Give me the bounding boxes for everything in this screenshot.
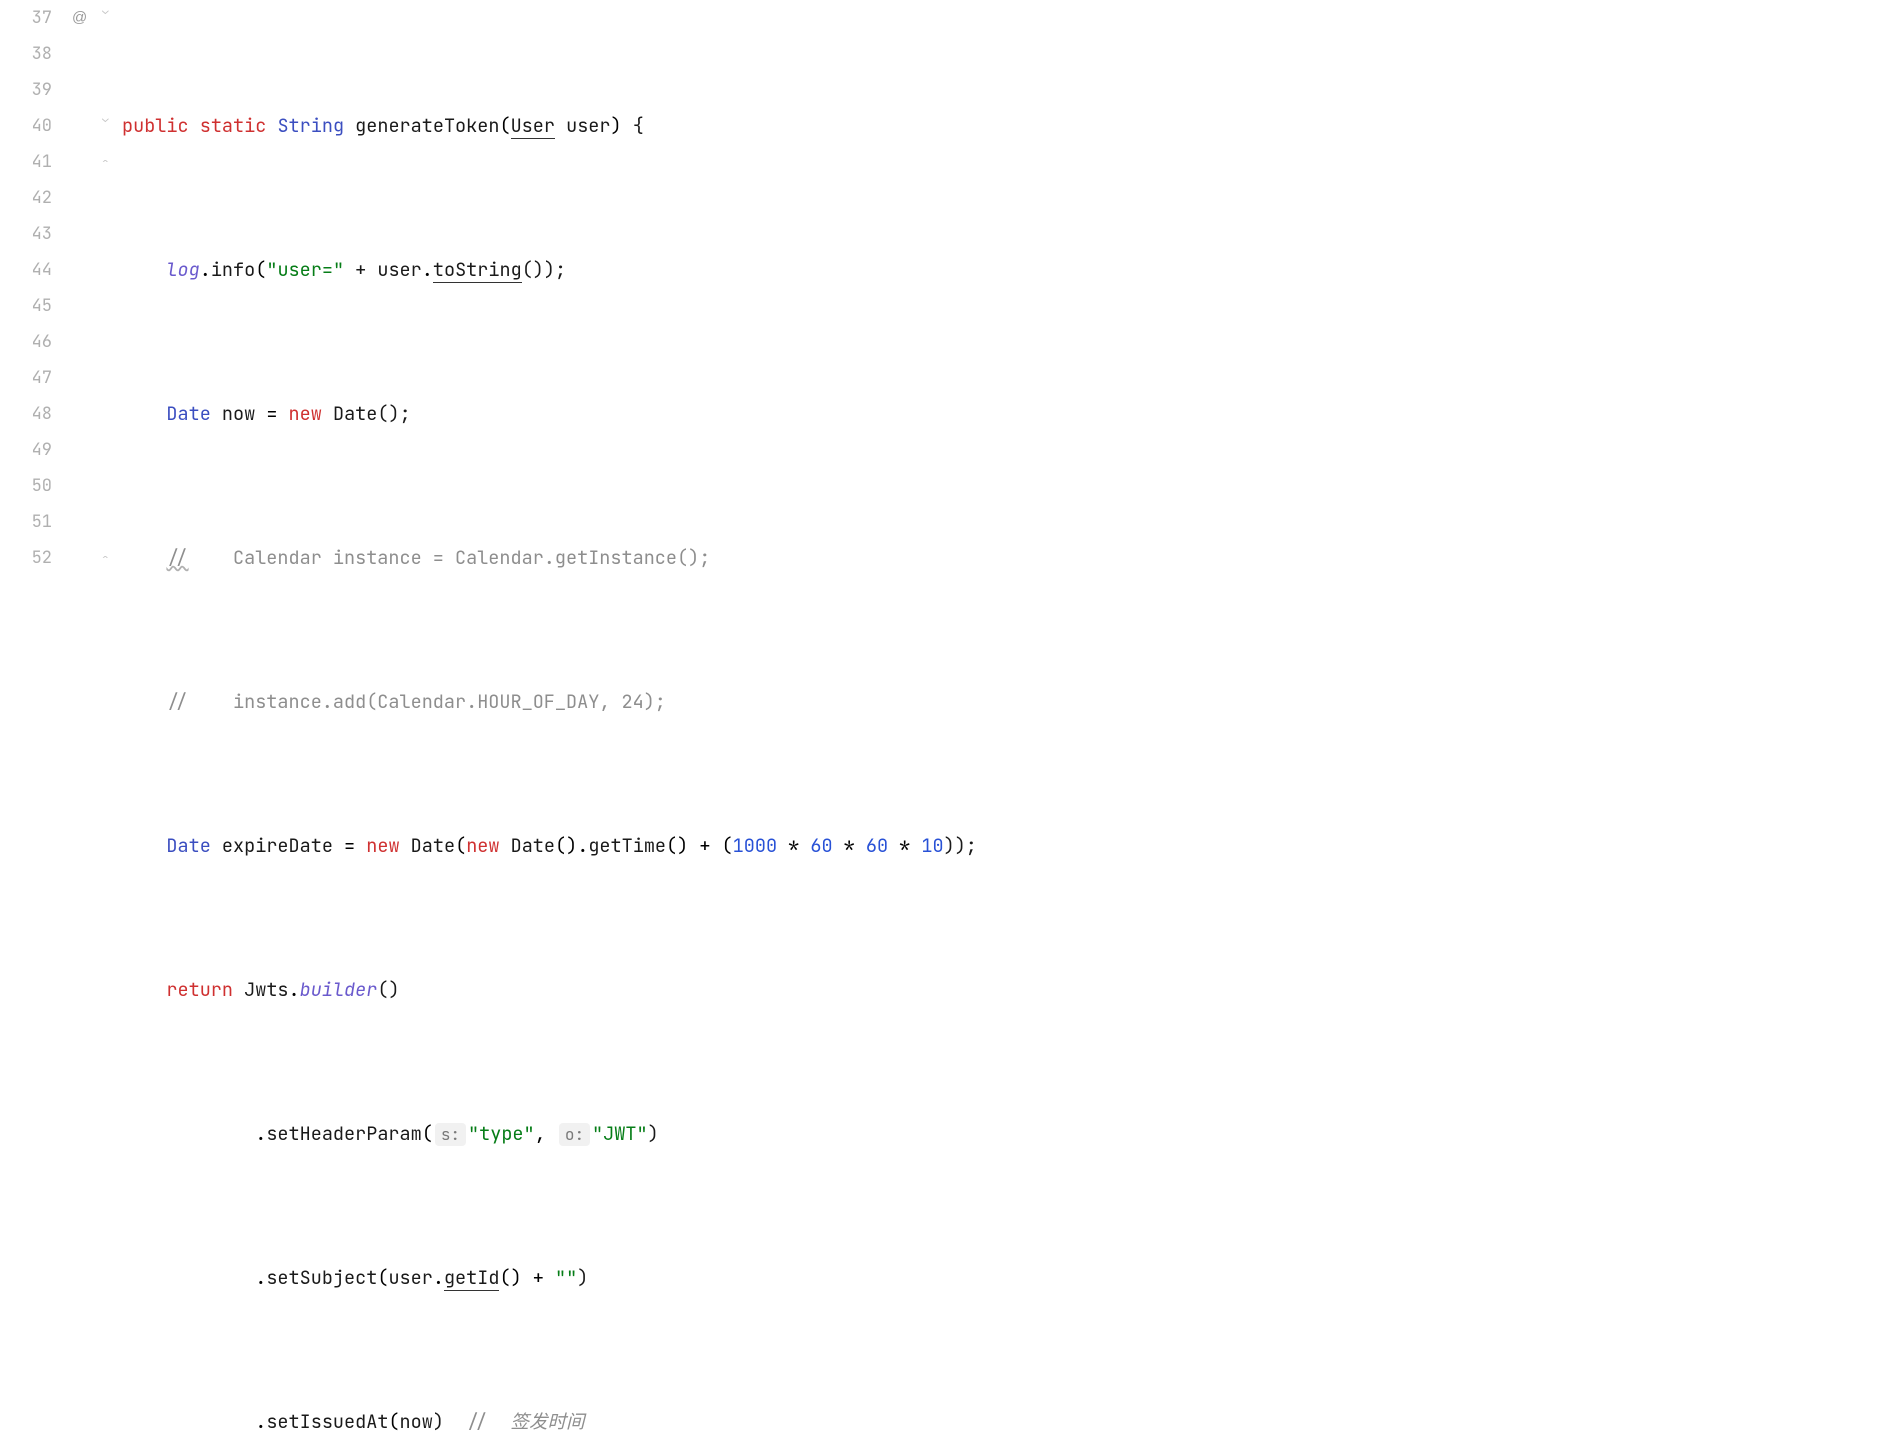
ctor-date: Date <box>511 833 555 858</box>
ident-user: user <box>377 257 421 282</box>
method-gettime: getTime <box>588 833 666 858</box>
line-number: 44 <box>0 252 52 288</box>
string-literal: "JWT" <box>592 1121 648 1146</box>
operator-plus: + ( <box>688 833 732 858</box>
comment-slashes: // <box>166 689 188 714</box>
param-user: user <box>566 113 610 138</box>
line-number: 45 <box>0 288 52 324</box>
fold-handle-icon[interactable]: ⌄ <box>102 4 116 18</box>
line-number: 40 <box>0 108 52 144</box>
ctor-date: Date <box>411 833 455 858</box>
ident-log: log <box>166 257 199 282</box>
paren-close: ) <box>577 1265 588 1290</box>
code-area[interactable]: public static String generateToken(User … <box>122 0 1889 722</box>
operator-eq: = <box>255 401 288 426</box>
fold-handle-icon[interactable]: ⌄ <box>102 112 116 126</box>
line-number: 43 <box>0 216 52 252</box>
line-number: 52 <box>0 540 52 576</box>
type-date: Date <box>166 833 210 858</box>
code-line[interactable]: .setHeaderParam(s:"type", o:"JWT") <box>122 1116 1889 1152</box>
code-line[interactable]: // Calendar instance = Calendar.getInsta… <box>122 540 1889 576</box>
ctor-date: Date <box>333 401 377 426</box>
line-number: 48 <box>0 396 52 432</box>
comment-slashes: // <box>166 545 188 570</box>
keyword-new: new <box>466 833 499 858</box>
code-line[interactable]: .setIssuedAt(now) // 签发时间 <box>122 1404 1889 1440</box>
code-line[interactable]: Date now = new Date(); <box>122 396 1889 432</box>
line-end: ()); <box>522 257 566 282</box>
code-line[interactable]: log.info("user=" + user.toString()); <box>122 252 1889 288</box>
line-number: 41 <box>0 144 52 180</box>
ident-now: now <box>400 1409 433 1434</box>
ident-user: user <box>388 1265 432 1290</box>
paren-close: ) <box>648 1121 659 1146</box>
line-end: (); <box>377 401 410 426</box>
line-number: 50 <box>0 468 52 504</box>
method-setissuedat: setIssuedAt <box>266 1409 388 1434</box>
line-number: 47 <box>0 360 52 396</box>
line-end: )); <box>944 833 977 858</box>
param-hint: o: <box>559 1123 590 1146</box>
number-literal: 1000 <box>733 833 777 858</box>
line-number: 49 <box>0 432 52 468</box>
string-literal: "type" <box>468 1121 535 1146</box>
method-tostring: toString <box>433 257 522 283</box>
fold-column: ⌄ ⌄ ⌃ ⌃ <box>102 0 122 722</box>
comment-text: instance.add(Calendar.HOUR_OF_DAY, 24); <box>189 689 666 714</box>
method-info: info <box>211 257 255 282</box>
ident-now: now <box>222 401 255 426</box>
param-hint: s: <box>435 1123 466 1146</box>
line-number: 38 <box>0 36 52 72</box>
operator-mul: * <box>833 833 866 858</box>
keyword-return: return <box>166 977 233 1002</box>
parens: () <box>377 977 399 1002</box>
code-editor[interactable]: 37 38 39 40 41 42 43 44 45 46 47 48 49 5… <box>0 0 1889 722</box>
line-number-gutter: 37 38 39 40 41 42 43 44 45 46 47 48 49 5… <box>0 0 70 722</box>
method-setsubject: setSubject <box>266 1265 377 1290</box>
annotation-column: @ <box>70 0 102 722</box>
string-literal: "user=" <box>266 257 344 282</box>
type-user: User <box>511 113 555 139</box>
keyword-new: new <box>366 833 399 858</box>
line-number: 37 <box>0 0 52 36</box>
operator-plus: + <box>522 1265 555 1290</box>
method-builder: builder <box>300 977 378 1002</box>
comma: , <box>535 1121 557 1146</box>
code-line[interactable]: public static String generateToken(User … <box>122 108 1889 144</box>
string-literal: "" <box>555 1265 577 1290</box>
line-number: 46 <box>0 324 52 360</box>
ident-expiredate: expireDate <box>222 833 333 858</box>
method-getid: getId <box>444 1265 500 1291</box>
keyword-new: new <box>289 401 322 426</box>
operator-mul: * <box>888 833 921 858</box>
comment-text: Calendar instance = Calendar.getInstance… <box>189 545 711 570</box>
number-literal: 60 <box>866 833 888 858</box>
keyword-public: public <box>122 113 189 138</box>
paren-close: ) <box>433 1409 444 1434</box>
type-date: Date <box>166 401 210 426</box>
method-setheaderparam: setHeaderParam <box>266 1121 421 1146</box>
operator-eq: = <box>333 833 366 858</box>
line-number: 51 <box>0 504 52 540</box>
class-jwts: Jwts <box>244 977 288 1002</box>
comment-slashes: // <box>466 1409 488 1434</box>
line-number: 39 <box>0 72 52 108</box>
keyword-static: static <box>200 113 267 138</box>
type-string: String <box>277 113 344 138</box>
code-line[interactable]: // instance.add(Calendar.HOUR_OF_DAY, 24… <box>122 684 1889 720</box>
code-line[interactable]: .setSubject(user.getId() + "") <box>122 1260 1889 1296</box>
number-literal: 60 <box>810 833 832 858</box>
method-name: generateToken <box>355 113 499 138</box>
fold-handle-icon[interactable]: ⌃ <box>102 156 116 170</box>
code-line[interactable]: Date expireDate = new Date(new Date().ge… <box>122 828 1889 864</box>
fold-handle-icon[interactable]: ⌃ <box>102 552 116 566</box>
comment-text: 签发时间 <box>488 1409 584 1434</box>
operator-plus: + <box>344 257 377 282</box>
code-line[interactable]: return Jwts.builder() <box>122 972 1889 1008</box>
override-annotation-icon[interactable]: @ <box>72 0 87 36</box>
brace-open: { <box>633 113 644 138</box>
operator-mul: * <box>777 833 810 858</box>
number-literal: 10 <box>921 833 943 858</box>
line-number: 42 <box>0 180 52 216</box>
